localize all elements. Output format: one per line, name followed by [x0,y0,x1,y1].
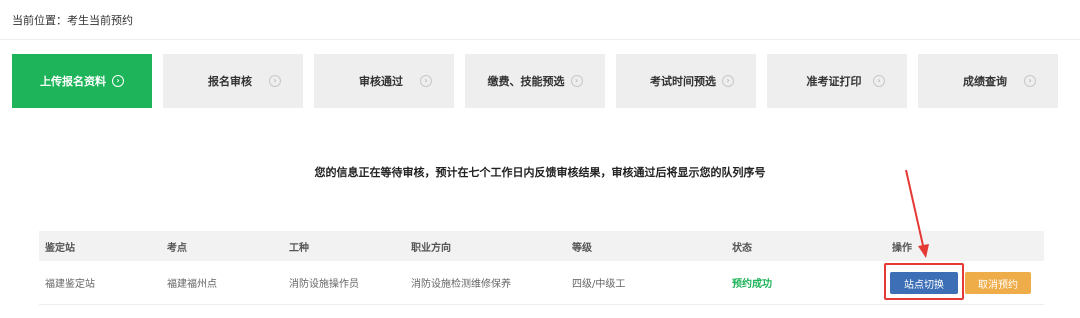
cancel-appointment-button[interactable]: 取消预约 [965,272,1031,294]
header-site: 考点 [167,242,187,254]
header-status: 状态 [732,242,752,254]
cell-site: 福建福州点 [167,279,217,290]
step-upload[interactable]: 上传报名资料 › [12,54,152,108]
circle-chevron-right-icon: › [873,75,885,87]
cell-level: 四级/中级工 [572,279,626,290]
step-review[interactable]: 报名审核 › [163,54,303,108]
step-score-query[interactable]: 成绩查询 › [918,54,1058,108]
table-header: 鉴定站 考点 工种 职业方向 等级 状态 操作 [39,231,1044,261]
breadcrumb: 当前位置：考生当前预约 [12,14,133,27]
review-notice: 您的信息正在等待审核，预计在七个工作日内反馈审核结果，审核通过后将显示您的队列序… [314,166,766,179]
circle-chevron-right-icon: › [269,75,281,87]
circle-chevron-right-icon: › [570,75,583,87]
step-label: 报名审核 [208,75,252,88]
cell-station: 福建鉴定站 [45,279,95,290]
header-station: 鉴定站 [45,242,75,254]
progress-steps: 上传报名资料 › 报名审核 › 审核通过 › 缴费、技能预选 › 考试时间预选 … [12,54,1058,108]
header-actions: 操作 [892,242,912,254]
circle-chevron-right-icon: › [112,75,124,87]
circle-chevron-right-icon: › [420,75,432,87]
circle-chevron-right-icon: › [1024,75,1036,87]
header-job: 工种 [289,242,309,254]
cell-direction: 消防设施检测维修保养 [411,279,511,290]
step-exam-time[interactable]: 考试时间预选 › [616,54,756,108]
step-admission-print[interactable]: 准考证打印 › [767,54,907,108]
header-direction: 职业方向 [411,242,451,254]
step-payment[interactable]: 缴费、技能预选 › [465,54,605,108]
header-divider [0,39,1080,40]
circle-chevron-right-icon: › [722,75,734,87]
cell-job: 消防设施操作员 [289,279,359,290]
step-label: 缴费、技能预选 [487,75,565,88]
header-level: 等级 [572,242,592,254]
step-label: 成绩查询 [963,75,1007,88]
step-label: 审核通过 [359,75,403,88]
step-label: 考试时间预选 [650,75,716,88]
highlight-box [884,263,964,300]
step-approved[interactable]: 审核通过 › [314,54,454,108]
step-label: 上传报名资料 [40,75,106,88]
step-label: 准考证打印 [806,75,862,88]
status-badge: 预约成功 [732,279,772,290]
